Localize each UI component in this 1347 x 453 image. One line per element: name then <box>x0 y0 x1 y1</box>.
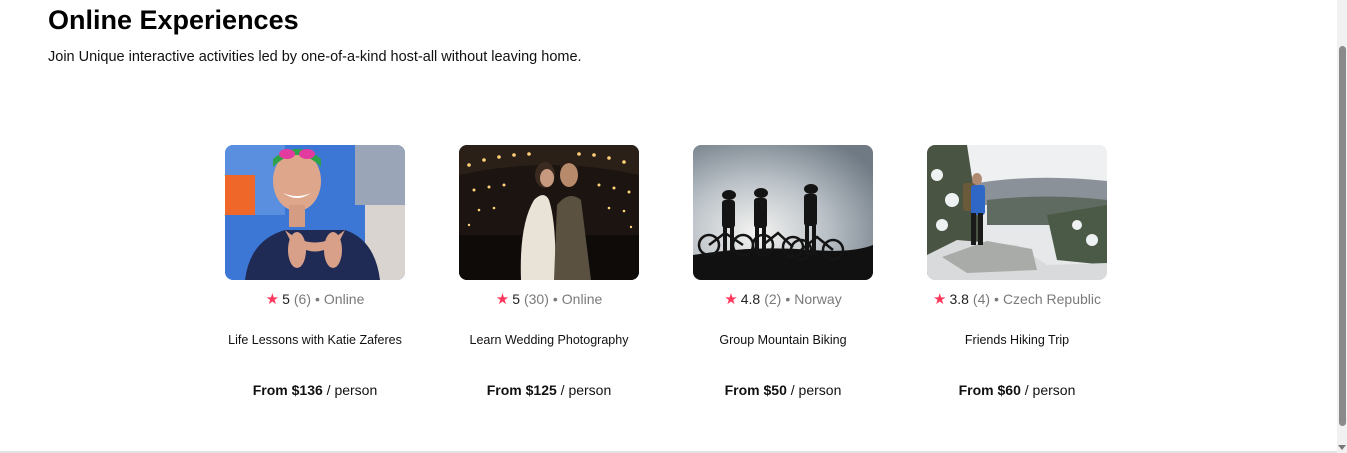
star-icon: ★ <box>724 290 738 308</box>
price-amount: From $125 <box>486 382 557 398</box>
experience-card[interactable]: ★ 3.8 (4) • Czech Republic Friends Hikin… <box>927 145 1107 398</box>
mountain-bikers-photo[interactable] <box>693 145 873 280</box>
rating-row: ★ 4.8 (2) • Norway <box>693 289 873 309</box>
rating-row: ★ 3.8 (4) • Czech Republic <box>927 289 1107 309</box>
star-icon: ★ <box>265 290 280 308</box>
scrollbar-thumb[interactable] <box>1339 46 1346 426</box>
hiker-photo[interactable] <box>927 145 1107 280</box>
experience-card[interactable]: ★ 5 (6) • Online Life Lessons with Katie… <box>225 145 405 398</box>
experience-title[interactable]: Life Lessons with Katie Zaferes <box>225 333 405 347</box>
location: Online <box>561 291 603 307</box>
separator-dot: • <box>994 291 999 307</box>
price-unit: / person <box>326 382 378 398</box>
price-amount: From $50 <box>724 382 787 398</box>
price-amount: From $60 <box>958 382 1021 398</box>
rating-value: 5 <box>512 291 520 307</box>
price-unit: / person <box>790 382 842 398</box>
page-title: Online Experiences <box>48 5 299 35</box>
separator-dot: • <box>785 291 791 307</box>
review-count: (4) <box>972 291 991 307</box>
review-count: (2) <box>764 291 782 307</box>
review-count: (30) <box>523 291 549 307</box>
scroll-down-arrow-icon[interactable] <box>1338 445 1346 450</box>
price-amount: From $136 <box>252 382 323 398</box>
wedding-couple-photo[interactable] <box>459 145 639 280</box>
rating-row: ★ 5 (30) • Online <box>459 289 639 309</box>
separator-dot: • <box>315 291 320 307</box>
vertical-scrollbar[interactable] <box>1337 0 1347 453</box>
experience-card[interactable]: ★ 4.8 (2) • Norway Group Mountain Biking… <box>693 145 873 398</box>
review-count: (6) <box>293 291 311 307</box>
price: From $136 / person <box>225 382 405 398</box>
experience-card[interactable]: ★ 5 (30) • Online Learn Wedding Photogra… <box>459 145 639 398</box>
rating-value: 5 <box>282 291 290 307</box>
star-icon: ★ <box>495 290 510 308</box>
rating-value: 4.8 <box>740 291 761 307</box>
price: From $50 / person <box>693 382 873 398</box>
experience-title[interactable]: Group Mountain Biking <box>693 333 873 347</box>
experience-title[interactable]: Friends Hiking Trip <box>927 333 1107 347</box>
price: From $125 / person <box>459 382 639 398</box>
page: Online Experiences Join Unique interacti… <box>0 0 1347 453</box>
rating-row: ★ 5 (6) • Online <box>225 289 405 309</box>
price-unit: / person <box>560 382 612 398</box>
location: Norway <box>794 291 842 307</box>
location: Czech Republic <box>1002 291 1101 307</box>
price: From $60 / person <box>927 382 1107 398</box>
experience-title[interactable]: Learn Wedding Photography <box>459 333 639 347</box>
separator-dot: • <box>552 291 558 307</box>
location: Online <box>323 291 365 307</box>
price-unit: / person <box>1024 382 1076 398</box>
page-subtitle: Join Unique interactive activities led b… <box>48 49 582 65</box>
rating-value: 3.8 <box>949 291 969 307</box>
star-icon: ★ <box>932 290 947 308</box>
swimmer-photo[interactable] <box>225 145 405 280</box>
